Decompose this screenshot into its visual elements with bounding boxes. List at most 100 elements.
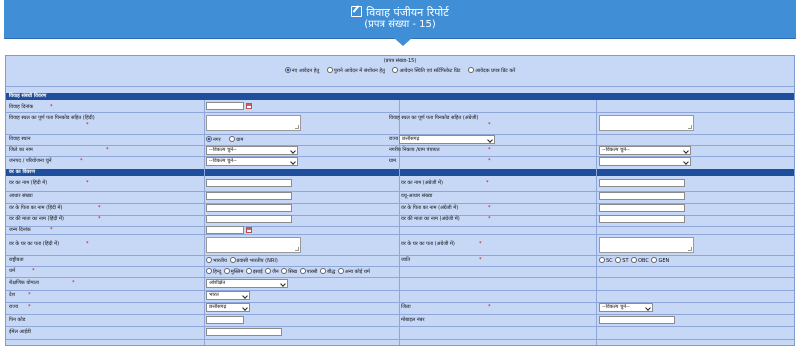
mata-english-input[interactable] xyxy=(599,215,685,223)
page-subtitle: (प्रपत्र संख्या - 15) xyxy=(364,19,436,30)
label-gram: ग्राम xyxy=(389,158,397,164)
column-divider xyxy=(204,100,205,345)
pata-hindi-textarea[interactable] xyxy=(206,237,301,253)
radio-dharm[interactable] xyxy=(245,268,252,274)
label-dus-aadhar: वधू-आधार संख्या xyxy=(401,193,433,199)
radio-dharm[interactable] xyxy=(223,268,230,274)
aadhar-input[interactable] xyxy=(206,192,292,200)
dharm-radios: हिन्दू मुस्लिम इसाई जैन सिख पारसी बौद्ध … xyxy=(206,268,371,275)
header-pointer xyxy=(394,38,412,46)
label-janpad: जनपद / परियोजना चुनें xyxy=(9,158,52,164)
shaikshanik-select[interactable]: अशिक्षित xyxy=(206,279,288,288)
pita-hindi-input[interactable] xyxy=(206,204,292,212)
label-zile-ka-naam: जिले का नाम xyxy=(9,147,33,153)
vivah-dinank-input[interactable] xyxy=(206,102,244,110)
radio-status[interactable]: आवेदन स्थिति एवं सर्टिफिकेट प्रिंट xyxy=(392,67,461,74)
page-title: विवाह पंजीयन रिपोर्ट xyxy=(366,6,449,19)
calendar-icon[interactable] xyxy=(246,227,252,233)
label-vivah-sthan: विवाह स्थान xyxy=(9,136,31,142)
var-naam-hindi-input[interactable] xyxy=(206,179,292,187)
var-naam-english-input[interactable] xyxy=(599,179,685,187)
jila-select[interactable]: --विकल्प चुनें-- xyxy=(599,303,653,312)
label-desh: देश xyxy=(9,292,16,298)
label-shaikshanik: शैक्षणिक योग्यता xyxy=(9,280,39,286)
label-pin-code: पिन कोड xyxy=(9,317,26,323)
janm-tithi-input[interactable] xyxy=(206,226,244,234)
required-mark: * xyxy=(72,280,75,286)
desh-select[interactable]: भारत xyxy=(206,291,250,300)
required-mark: * xyxy=(98,205,101,211)
radio-circle[interactable] xyxy=(392,67,399,73)
vivah-sthan-radios: नगर ग्राम xyxy=(206,136,244,143)
column-divider xyxy=(596,100,597,345)
label-var-naam-hindi: वर का नाम (हिंदी में) xyxy=(9,180,48,186)
zila-select[interactable]: --विकल्प चुनें-- xyxy=(206,146,298,155)
chevron-down-icon xyxy=(683,159,689,165)
label-pata-hindi: वर के घर का पता (हिंदी में) xyxy=(9,241,60,247)
radio-obc[interactable] xyxy=(631,257,638,263)
vivah-sthal-english-textarea[interactable] xyxy=(599,115,694,131)
radio-print[interactable]: आवेदक प्रपत्र प्रिंट करें xyxy=(468,67,515,74)
radio-nri[interactable] xyxy=(229,257,236,263)
label-mata-hindi: वर की माता का नाम (हिंदी में) xyxy=(9,216,64,222)
dus-aadhar-input[interactable] xyxy=(599,192,685,200)
rajya2-select[interactable]: छत्तीसगढ़ xyxy=(206,303,250,312)
radio-nagar[interactable] xyxy=(206,136,212,142)
label-mobile: मोबाइल नंबर xyxy=(401,317,425,323)
chevron-down-icon xyxy=(242,305,248,311)
divider xyxy=(6,112,794,113)
divider xyxy=(6,302,794,303)
radio-st[interactable] xyxy=(615,257,622,263)
pin-code-input[interactable] xyxy=(206,316,244,324)
radio-dharm[interactable] xyxy=(265,268,272,274)
radio-dharm[interactable] xyxy=(320,268,327,274)
edit-icon xyxy=(351,6,363,17)
chevron-down-icon xyxy=(645,305,651,311)
required-mark: * xyxy=(50,227,53,233)
label-jila: जिला xyxy=(401,304,411,310)
gram-select[interactable] xyxy=(599,157,691,166)
divider xyxy=(6,86,794,87)
label-jati: जाति xyxy=(401,257,411,263)
vivah-sthal-hindi-textarea[interactable] xyxy=(206,115,301,131)
required-mark: * xyxy=(479,241,482,247)
radio-gen[interactable] xyxy=(651,257,658,263)
radio-dharm[interactable] xyxy=(337,268,344,274)
nagar-nikay-select[interactable]: --विकल्प चुनें-- xyxy=(599,146,691,155)
calendar-icon[interactable] xyxy=(246,103,252,109)
email-input[interactable] xyxy=(206,328,282,336)
required-mark: * xyxy=(488,205,491,211)
page-header: विवाह पंजीयन रिपोर्ट (प्रपत्र संख्या - 1… xyxy=(4,0,796,39)
required-mark: * xyxy=(86,122,89,128)
radio-dharm[interactable] xyxy=(299,268,306,274)
mobile-input[interactable] xyxy=(599,316,675,324)
radio-dharm[interactable] xyxy=(281,268,288,274)
required-mark: * xyxy=(488,122,491,128)
jati-radios: SC ST OBC GEN xyxy=(599,257,670,264)
required-mark: * xyxy=(50,104,53,110)
mata-hindi-input[interactable] xyxy=(206,215,292,223)
label-rashtriyata: राष्ट्रीयता xyxy=(9,257,24,263)
label-vivah-dinank: विवाह दिनांक xyxy=(9,104,34,110)
pata-english-textarea[interactable] xyxy=(599,237,694,253)
label-rajya: राज्य xyxy=(389,136,399,142)
required-mark: * xyxy=(32,268,35,274)
section-var: वर का विवरण xyxy=(6,169,794,176)
radio-circle[interactable] xyxy=(326,67,333,73)
label-var-naam-english: वर का नाम (अंग्रेजी में) xyxy=(401,180,443,186)
pita-english-input[interactable] xyxy=(599,204,685,212)
divider xyxy=(6,255,794,256)
radio-dharm[interactable] xyxy=(206,268,212,274)
radio-gram[interactable] xyxy=(229,136,236,142)
radio-circle[interactable] xyxy=(468,67,475,73)
required-mark: * xyxy=(86,241,89,247)
radio-circle[interactable] xyxy=(284,67,291,73)
radio-bhartiya[interactable] xyxy=(206,257,212,263)
divider xyxy=(6,234,794,235)
radio-modify[interactable]: पुराने आवेदन में संशोधन हेतु xyxy=(326,67,385,74)
rajya-select[interactable]: छत्तीसगढ़ xyxy=(399,135,495,144)
radio-new[interactable]: नए आवेदन हेतु xyxy=(284,67,319,74)
janpad-select[interactable]: --विकल्प चुनें-- xyxy=(206,157,298,166)
radio-sc[interactable] xyxy=(599,257,605,263)
label-janm-tithi: जन्म दिनांक xyxy=(9,227,31,233)
